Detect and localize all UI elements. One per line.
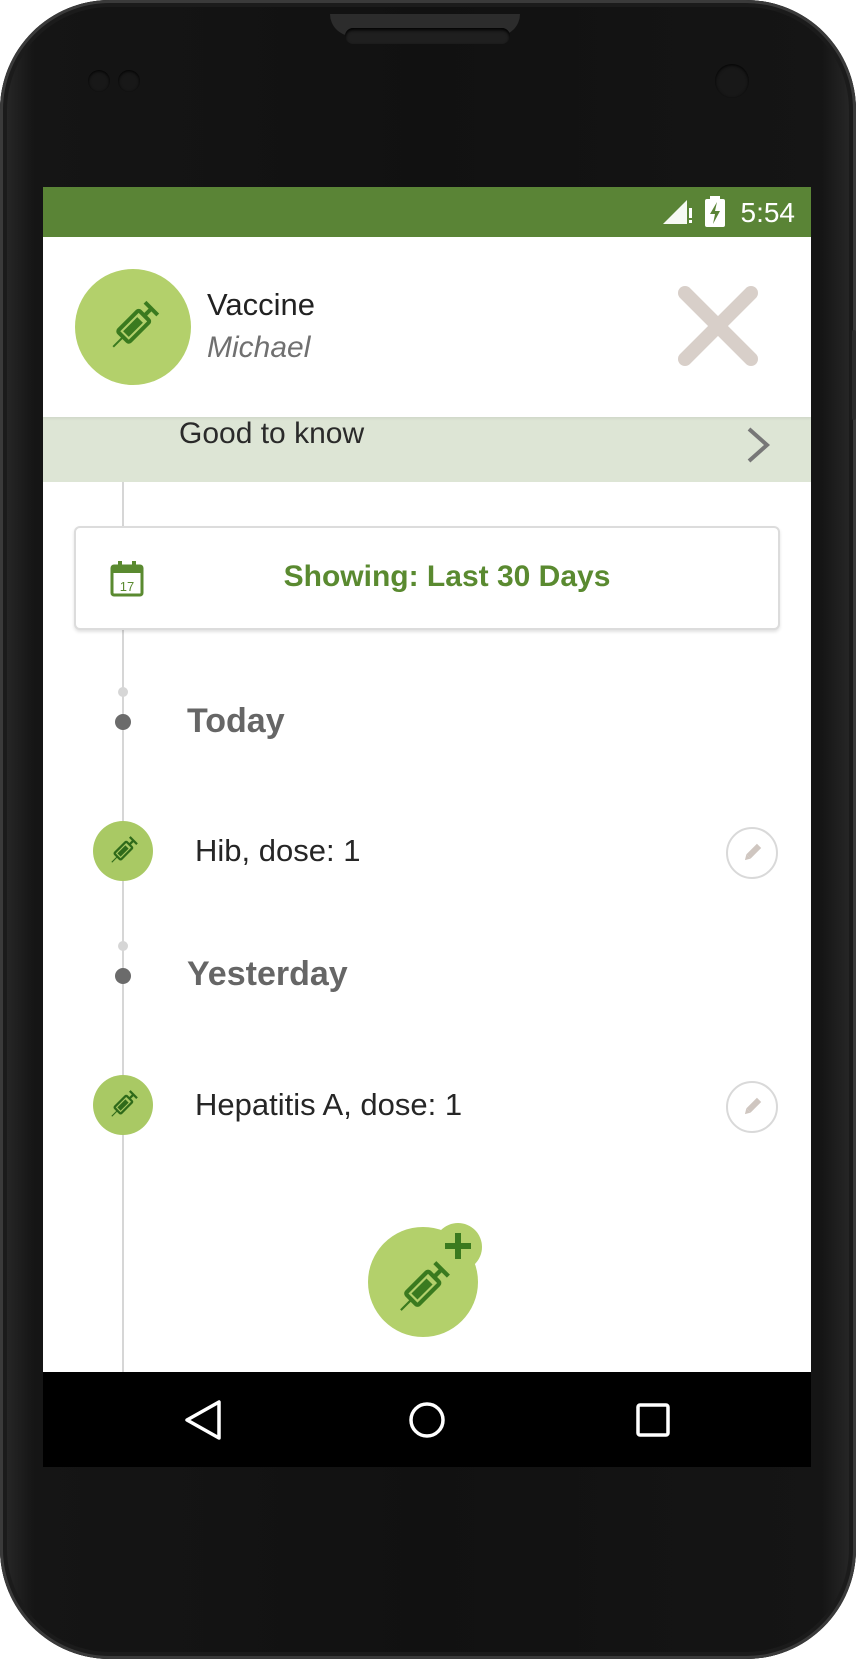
- phone-frame: 5:54 Good to know Vaccine Michael 17 Sho…: [0, 0, 856, 1659]
- day-label-today: Today: [187, 702, 285, 740]
- signal-icon: [663, 200, 692, 224]
- add-vaccine-button[interactable]: [368, 1223, 482, 1337]
- home-icon[interactable]: [407, 1399, 447, 1441]
- proximity-sensor: [88, 70, 110, 92]
- status-bar: 5:54: [43, 187, 811, 237]
- syringe-icon: [111, 836, 138, 863]
- side-button: [852, 330, 856, 420]
- timeline-entry-text[interactable]: Hepatitis A, dose: 1: [195, 1087, 462, 1123]
- timeline-entry-icon: [93, 821, 153, 881]
- filter-label: Showing: Last 30 Days: [76, 560, 778, 594]
- timeline-entry-icon: [93, 1075, 153, 1135]
- light-sensor: [118, 70, 140, 92]
- syringe-icon: [400, 1261, 450, 1311]
- chevron-right-icon: [747, 427, 771, 463]
- pencil-icon: [744, 1097, 762, 1115]
- back-icon[interactable]: [183, 1399, 223, 1441]
- edit-entry-button[interactable]: [726, 827, 778, 879]
- date-filter-button[interactable]: 17 Showing: Last 30 Days: [74, 526, 780, 630]
- good-to-know-label: Good to know: [179, 417, 365, 450]
- earpiece-speaker: [345, 28, 510, 44]
- timeline-entry-text[interactable]: Hib, dose: 1: [195, 833, 360, 869]
- battery-charging-icon: [705, 196, 725, 227]
- day-label-yesterday: Yesterday: [187, 955, 348, 993]
- filter-label-text: Showing: Last 30 Days: [283, 560, 611, 593]
- profile-name: Michael: [207, 331, 311, 364]
- vaccine-avatar: [75, 269, 191, 385]
- syringe-icon: [111, 1090, 138, 1117]
- pencil-icon: [744, 843, 762, 861]
- edit-entry-button[interactable]: [726, 1081, 778, 1133]
- syringe-icon: [112, 300, 160, 348]
- status-time: 5:54: [740, 197, 796, 228]
- app-header: Vaccine Michael: [43, 237, 811, 417]
- timeline-day-dot: [115, 968, 131, 984]
- screen: 5:54 Good to know Vaccine Michael 17 Sho…: [43, 187, 811, 1467]
- timeline-day-dot: [115, 714, 131, 730]
- close-button[interactable]: [673, 281, 763, 371]
- recents-icon[interactable]: [633, 1399, 673, 1441]
- timeline-dot: [118, 687, 128, 697]
- navigation-bar: [43, 1372, 811, 1467]
- good-to-know-banner[interactable]: Good to know: [43, 417, 811, 482]
- page-title: Vaccine: [207, 287, 315, 322]
- front-camera: [715, 64, 749, 98]
- timeline-dot: [118, 941, 128, 951]
- close-icon: [678, 286, 758, 366]
